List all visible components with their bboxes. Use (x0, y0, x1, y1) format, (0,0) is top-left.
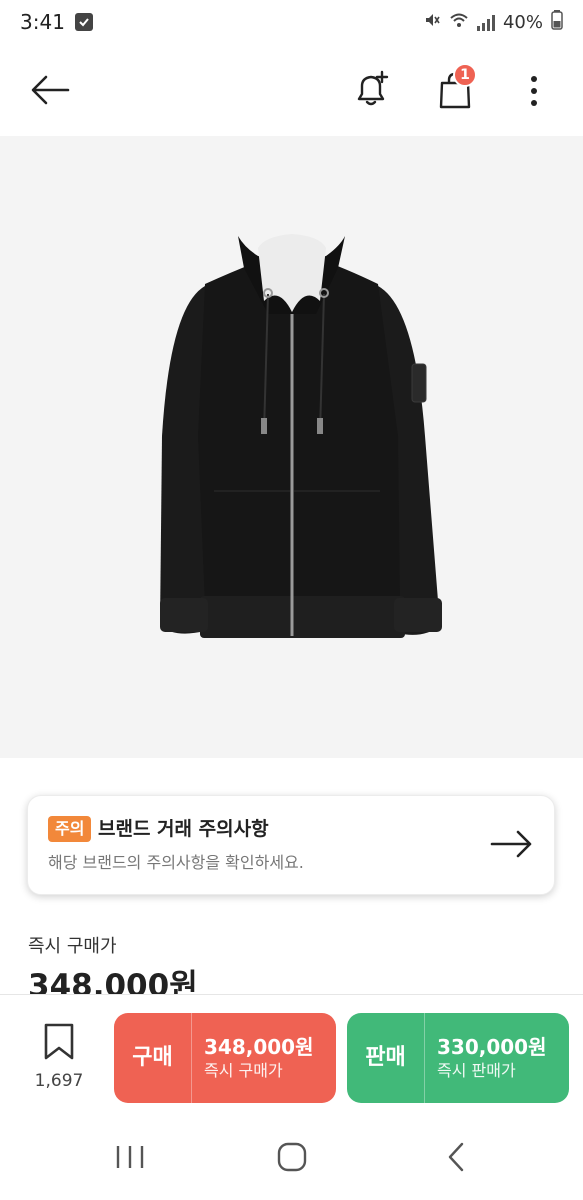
battery-icon (551, 10, 563, 35)
more-options-button[interactable] (516, 66, 552, 116)
sell-button[interactable]: 판매 330,000원 즉시 판매가 (347, 1013, 569, 1103)
back-nav-button[interactable] (440, 1140, 474, 1174)
buy-price: 348,000원 (204, 1035, 314, 1059)
brand-notice-card[interactable]: 주의 브랜드 거래 주의사항 해당 브랜드의 주의사항을 확인하세요. (27, 795, 555, 895)
add-alert-button[interactable] (346, 64, 396, 114)
bookmark-icon (44, 1023, 74, 1060)
sell-info: 330,000원 즉시 판매가 (425, 1034, 547, 1082)
notice-description: 해당 브랜드의 주의사항을 확인하세요. (48, 853, 304, 872)
mute-icon (423, 11, 441, 34)
bookmark-count: 1,697 (34, 1071, 84, 1091)
back-button[interactable] (26, 66, 74, 114)
shopping-bag-button[interactable]: 1 (430, 63, 480, 116)
chevron-left-icon (448, 1142, 464, 1172)
buy-button[interactable]: 구매 348,000원 즉시 구매가 (114, 1013, 336, 1103)
instant-buy-price-label: 즉시 구매가 (28, 936, 117, 957)
sell-sub-label: 즉시 판매가 (437, 1061, 516, 1080)
cart-badge: 1 (453, 63, 477, 87)
home-button[interactable] (272, 1140, 312, 1174)
status-indicators: 40% (423, 10, 563, 35)
more-vertical-icon (531, 76, 537, 106)
arrow-right-icon (490, 828, 534, 864)
signal-icon (476, 14, 495, 31)
buy-sub-label: 즉시 구매가 (204, 1061, 283, 1080)
hoodie-illustration (160, 234, 442, 638)
wifi-icon (449, 11, 469, 34)
buy-info: 348,000원 즉시 구매가 (192, 1034, 314, 1082)
system-nav-bar (0, 1114, 583, 1200)
status-bar: 3:41 40% (0, 0, 583, 44)
notice-title: 브랜드 거래 주의사항 (98, 818, 269, 840)
recent-apps-icon (116, 1146, 144, 1168)
notice-tag: 주의 (48, 816, 92, 842)
status-time: 3:41 (20, 10, 65, 34)
sell-label: 판매 (347, 1013, 425, 1103)
bookmark-button[interactable]: 1,697 (28, 1023, 90, 1091)
product-image[interactable] (0, 136, 583, 758)
battery-text: 40% (502, 12, 543, 33)
bell-plus-icon (357, 70, 389, 106)
home-icon (277, 1142, 307, 1172)
bottom-action-bar: 1,697 구매 348,000원 즉시 구매가 판매 330,000원 즉시 … (0, 994, 583, 1114)
app-header: 1 (0, 44, 583, 136)
notification-check-icon (74, 13, 93, 31)
sell-price: 330,000원 (437, 1035, 547, 1059)
recent-apps-button[interactable] (110, 1142, 150, 1172)
back-arrow-icon (31, 75, 70, 105)
buy-label: 구매 (114, 1013, 192, 1103)
